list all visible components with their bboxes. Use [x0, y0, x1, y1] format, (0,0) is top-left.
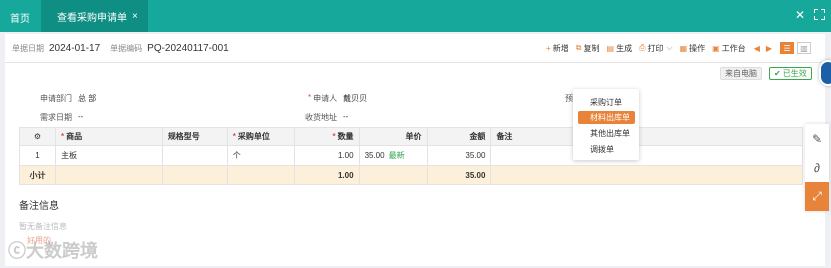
row-remark	[490, 145, 803, 166]
menu-item-other-outbound[interactable]: 其他出库单	[578, 127, 635, 140]
grid-icon: ▦	[679, 43, 688, 53]
tab-home[interactable]: 首页	[10, 10, 30, 25]
prev-record-icon[interactable]: ◀	[754, 44, 760, 53]
applicant-label: 申请人	[313, 94, 338, 103]
status-badge: ✔ 已生效	[769, 67, 812, 80]
next-record-icon[interactable]: ▶	[766, 44, 772, 53]
field-applicant: * 申请人 戴贝贝	[308, 93, 367, 104]
applicant-value: 戴贝贝	[343, 94, 368, 103]
date-label: 单据日期	[12, 44, 44, 53]
status-label: 已生效	[782, 69, 807, 78]
workbench-icon: ▣	[712, 43, 720, 53]
row-product: 主板	[54, 145, 163, 166]
generate-label: 生成	[616, 43, 633, 53]
required-mark: *	[308, 93, 312, 102]
address-label: 收货地址	[305, 113, 337, 122]
gear-icon[interactable]: ⚙	[34, 132, 41, 141]
tab-view-purchase-request[interactable]: 查看采购申请单 ×	[41, 0, 148, 32]
tab-active-label: 查看采购申请单	[57, 12, 127, 24]
row-price-value: 35.00	[364, 151, 385, 160]
print-button[interactable]: ⎙ 打印 ⌵	[639, 43, 672, 54]
column-remark: 备注	[490, 127, 803, 146]
partial-label: 预	[565, 94, 573, 103]
copy-icon: ⧉	[575, 43, 582, 52]
column-amount: 金额	[426, 127, 492, 146]
top-nav-bar: 首页 查看采购申请单 × ✕	[0, 0, 831, 32]
generate-dropdown-menu: 采购订单 材料出库单 其他出库单 调拨单	[573, 89, 639, 160]
header-divider	[5, 62, 825, 63]
field-address: 收货地址 --	[305, 112, 348, 123]
operate-button[interactable]: ▦ 操作	[680, 43, 706, 54]
department-label: 申请部门	[40, 94, 72, 103]
date-value: 2024-01-17	[49, 43, 101, 54]
column-price: 单价	[358, 127, 428, 146]
copy-label: 复制	[583, 43, 600, 53]
column-spec: 规格型号	[161, 127, 228, 146]
column-qty: * 数量	[293, 127, 360, 146]
tab-close-icon[interactable]: ×	[132, 11, 138, 22]
row-unit: 个	[226, 145, 295, 166]
row-qty: 1.00	[293, 145, 360, 166]
expand-icon[interactable]: ⤢	[805, 182, 829, 211]
subtotal-amount: 35.00	[426, 165, 492, 185]
printer-icon: ⎙	[639, 43, 646, 52]
assistant-float-button[interactable]	[819, 60, 831, 86]
notes-icon[interactable]: ✎	[805, 124, 829, 153]
subtotal-qty: 1.00	[293, 165, 360, 185]
subtotal-row: 小计 1.00 35.00	[19, 165, 803, 185]
latest-price-tag[interactable]: 最新	[389, 151, 405, 160]
table-row: 1 主板 个 1.00 35.00 最新 35.00	[19, 145, 803, 166]
row-amount: 35.00	[426, 145, 492, 166]
code-label: 单据编码	[110, 44, 143, 53]
watermark: ⓒ大数跨境	[8, 237, 98, 263]
menu-item-transfer[interactable]: 调拨单	[578, 143, 635, 156]
remarks-empty: 暂无备注信息	[19, 222, 67, 231]
copy-button[interactable]: ⧉ 复制	[576, 43, 600, 54]
watermark-text: 大数跨境	[26, 241, 98, 261]
check-icon: ✔	[774, 69, 781, 78]
workbench-button[interactable]: ▣ 工作台	[712, 43, 746, 54]
department-value: 总 部	[78, 94, 97, 103]
items-table: ⚙ * 商品 规格型号 * 采购单位 * 数量 单价 金额 备注 1 主板 个 1.0…	[19, 127, 803, 185]
row-price: 35.00 最新	[358, 145, 428, 166]
demand-date-value: --	[78, 112, 84, 121]
detail-view-icon[interactable]: ▥	[797, 42, 811, 54]
document-header: 单据日期 2024-01-17 单据编码 PQ-20240117-001	[12, 43, 239, 54]
column-settings[interactable]: ⚙	[19, 127, 56, 146]
menu-item-purchase-order[interactable]: 采购订单	[578, 96, 635, 109]
list-view-icon[interactable]: ☰	[780, 42, 794, 54]
remarks-title: 备注信息	[19, 201, 59, 212]
chevron-down-icon[interactable]: ⌵	[666, 43, 672, 53]
generate-icon: ▤	[606, 43, 615, 53]
code-value: PQ-20240117-001	[147, 43, 229, 54]
subtotal-label: 小计	[19, 165, 56, 185]
window-close-icon[interactable]: ✕	[795, 8, 805, 22]
watermark-logo-icon: ⓒ	[8, 241, 26, 261]
add-label: 新增	[552, 43, 569, 53]
side-toolbar: ✎ ∂ ⤢	[805, 124, 829, 211]
add-button[interactable]: + 新增	[546, 43, 569, 54]
field-demand-date: 需求日期 --	[40, 112, 83, 123]
workbench-label: 工作台	[721, 43, 746, 53]
menu-item-material-outbound[interactable]: 材料出库单	[578, 111, 635, 124]
row-spec	[161, 145, 228, 166]
toolbar: + 新增 ⧉ 复制 ▤ 生成 ⎙ 打印 ⌵ ▦ 操作 ▣ 工作台 ◀ ▶ ☰ ▥	[539, 42, 811, 54]
document-card: 单据日期 2024-01-17 单据编码 PQ-20240117-001 + 新增…	[5, 34, 825, 266]
column-unit: * 采购单位	[226, 127, 295, 146]
field-department: 申请部门 总 部	[40, 93, 96, 104]
plus-icon: +	[546, 43, 551, 53]
print-label: 打印	[647, 43, 664, 53]
address-value: --	[343, 112, 349, 121]
attachment-icon[interactable]: ∂	[805, 153, 829, 182]
generate-button[interactable]: ▤ 生成	[607, 43, 633, 54]
column-product: * 商品	[54, 127, 163, 146]
table-header-row: ⚙ * 商品 规格型号 * 采购单位 * 数量 单价 金额 备注	[19, 127, 803, 146]
row-number: 1	[19, 145, 56, 166]
operate-label: 操作	[689, 43, 706, 53]
source-badge: 来自电脑	[720, 67, 762, 80]
demand-date-label: 需求日期	[40, 113, 72, 122]
fullscreen-icon[interactable]	[814, 9, 825, 20]
